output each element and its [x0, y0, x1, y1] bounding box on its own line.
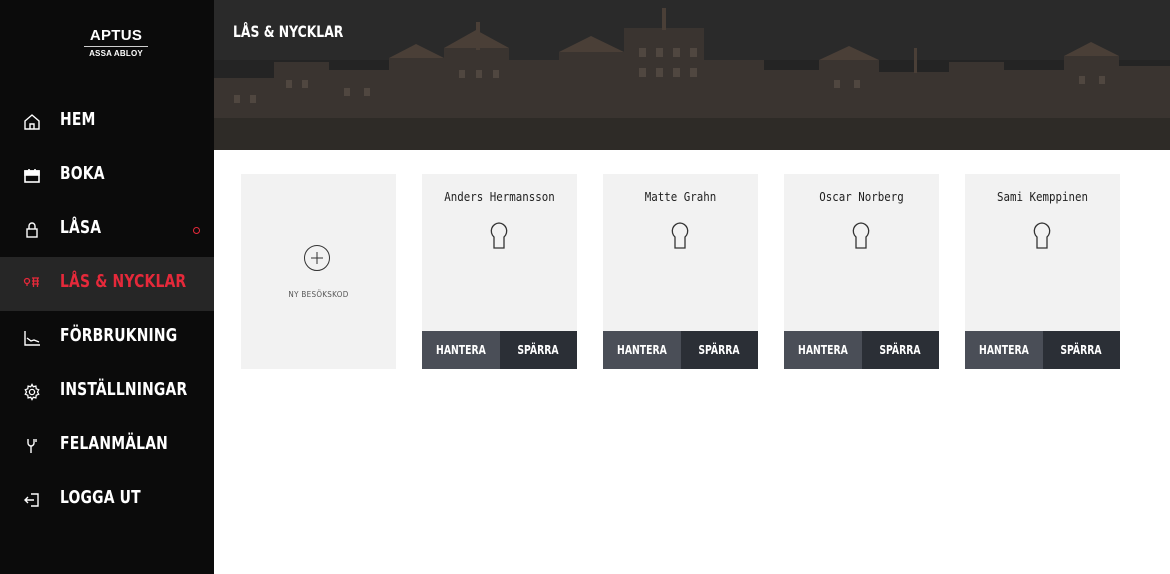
header-banner: LÅS & NYCKLAR	[214, 0, 1170, 150]
block-button-label: SPÄRRA	[1060, 343, 1102, 357]
block-button-label: SPÄRRA	[517, 343, 559, 357]
manage-button-label: HANTERA	[435, 343, 486, 357]
sidebar-item-label: LÅS & NYCKLAR	[60, 271, 187, 292]
block-button[interactable]: SPÄRRA	[499, 331, 577, 369]
sidebar-item-label: FÖRBRUKNING	[60, 325, 178, 346]
manage-button[interactable]: HANTERA	[784, 331, 862, 369]
block-button[interactable]: SPÄRRA	[1042, 331, 1120, 369]
key-card: Oscar Norberg HANTERA SPÄRRA	[784, 174, 939, 369]
wrench-icon	[22, 436, 42, 456]
key-holder-name: Sami Kemppinen	[996, 190, 1089, 204]
new-visitor-code-label: NY BESÖKSKOD	[288, 290, 349, 299]
block-button[interactable]: SPÄRRA	[680, 331, 758, 369]
home-icon	[22, 112, 42, 132]
key-actions: HANTERA SPÄRRA	[965, 331, 1120, 369]
sidebar-item-label: LÅSA	[60, 217, 102, 238]
keyhole-icon	[852, 222, 870, 249]
sidebar-item-boka[interactable]: BOKA	[0, 149, 214, 203]
key-holder-name: Anders Hermansson	[444, 190, 555, 204]
sidebar-item-hem[interactable]: HEM	[0, 95, 214, 149]
sidebar-item-logga-ut[interactable]: LOGGA UT	[0, 473, 214, 527]
keyhole-icon	[671, 222, 689, 249]
key-holder-name: Oscar Norberg	[819, 190, 904, 204]
key-card: Matte Grahn HANTERA SPÄRRA	[603, 174, 758, 369]
manage-button[interactable]: HANTERA	[965, 331, 1043, 369]
key-card: Sami Kemppinen HANTERA SPÄRRA	[965, 174, 1120, 369]
manage-button-label: HANTERA	[797, 343, 848, 357]
block-button-label: SPÄRRA	[879, 343, 921, 357]
sidebar-item-label: LOGGA UT	[60, 487, 141, 508]
main-content: NY BESÖKSKOD Anders Hermansson HANTERA S…	[214, 150, 1170, 574]
new-visitor-code-card[interactable]: NY BESÖKSKOD	[241, 174, 396, 369]
sidebar-item-lasa[interactable]: LÅSA	[0, 203, 214, 257]
sidebar-item-felanmalan[interactable]: FELANMÄLAN	[0, 419, 214, 473]
key-card: Anders Hermansson HANTERA SPÄRRA	[422, 174, 577, 369]
logo-divider	[84, 46, 148, 47]
manage-button[interactable]: HANTERA	[422, 331, 500, 369]
block-button-label: SPÄRRA	[698, 343, 740, 357]
logout-icon	[22, 490, 42, 510]
sidebar-item-forbrukning[interactable]: FÖRBRUKNING	[0, 311, 214, 365]
gear-icon	[22, 382, 42, 402]
sidebar-nav: HEM BOKA LÅSA LÅS & NYCKLAR FÖRBRUKNING …	[0, 95, 214, 527]
logo-subtitle: ASSA ABLOY	[89, 49, 143, 58]
plus-circle-icon	[304, 245, 330, 271]
keyhole-icon	[1033, 222, 1051, 249]
sidebar-item-installningar[interactable]: INSTÄLLNINGAR	[0, 365, 214, 419]
manage-button-label: HANTERA	[616, 343, 667, 357]
sidebar-item-label: INSTÄLLNINGAR	[60, 379, 188, 400]
sidebar-item-label: HEM	[60, 109, 96, 130]
sidebar-item-label: BOKA	[60, 163, 105, 184]
calendar-icon	[22, 166, 42, 186]
keys-icon	[22, 274, 42, 294]
sidebar: APTUS ASSA ABLOY HEM BOKA LÅSA LÅS & NYC…	[0, 0, 214, 574]
key-actions: HANTERA SPÄRRA	[603, 331, 758, 369]
key-actions: HANTERA SPÄRRA	[422, 331, 577, 369]
lock-icon	[22, 220, 42, 240]
sidebar-item-las-nycklar[interactable]: LÅS & NYCKLAR	[0, 257, 214, 311]
key-actions: HANTERA SPÄRRA	[784, 331, 939, 369]
manage-button[interactable]: HANTERA	[603, 331, 681, 369]
logo-name: APTUS	[89, 27, 143, 44]
aptus-logo[interactable]: APTUS ASSA ABLOY	[80, 28, 152, 59]
key-holder-name: Matte Grahn	[644, 190, 717, 204]
page-title: LÅS & NYCKLAR	[233, 22, 344, 41]
manage-button-label: HANTERA	[978, 343, 1029, 357]
block-button[interactable]: SPÄRRA	[861, 331, 939, 369]
cityscape-banner-image	[214, 0, 1170, 150]
chart-icon	[22, 328, 42, 348]
notification-dot	[193, 227, 200, 234]
keyhole-icon	[490, 222, 508, 249]
sidebar-item-label: FELANMÄLAN	[60, 433, 169, 454]
